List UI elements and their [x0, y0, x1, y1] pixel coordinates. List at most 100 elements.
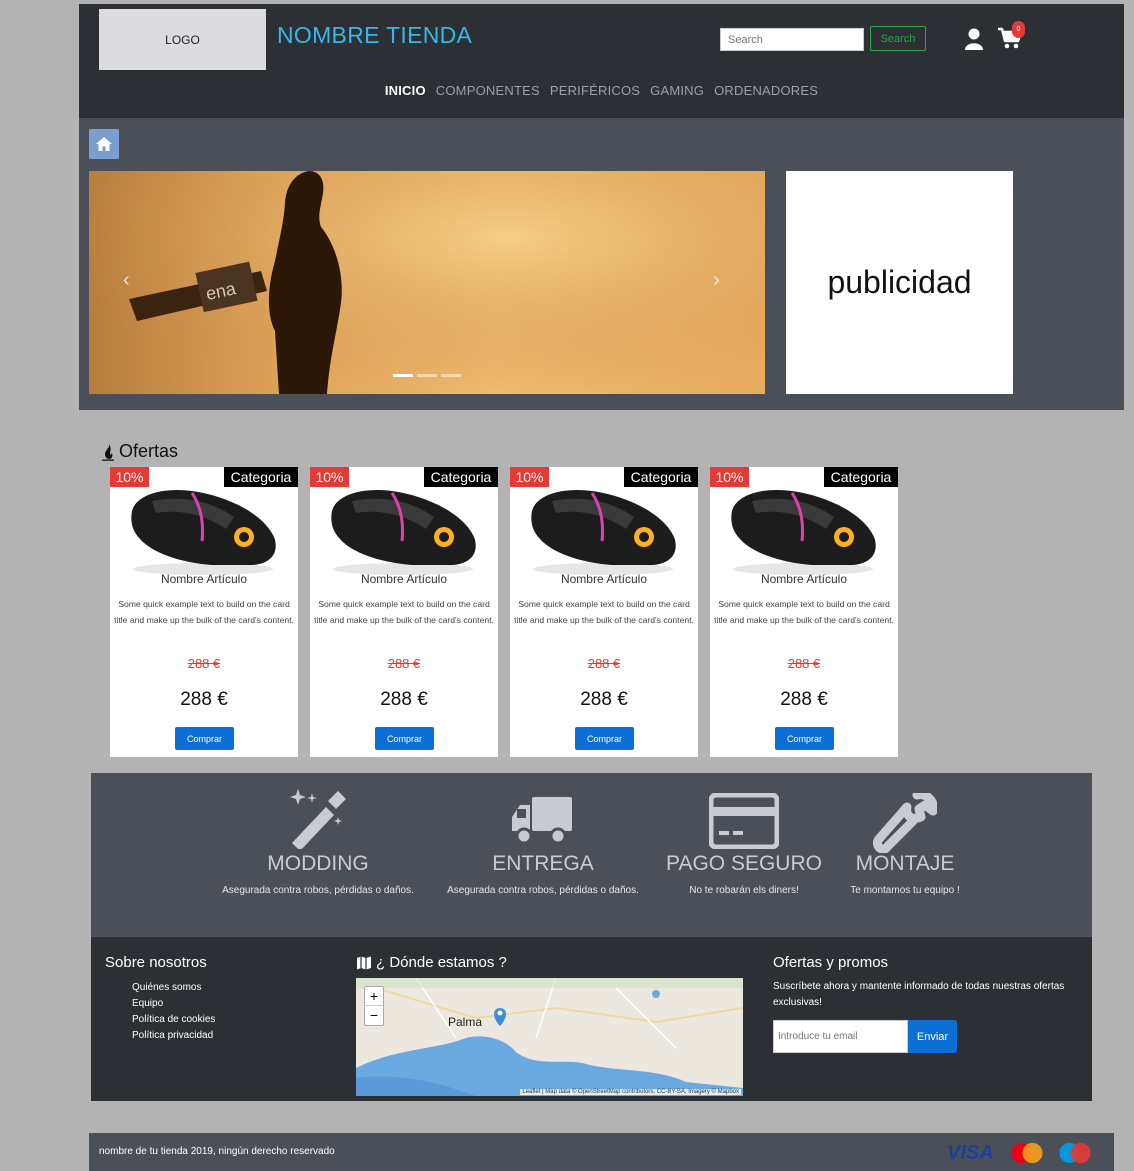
home-icon — [96, 137, 112, 151]
visa-icon: VISA — [947, 1142, 994, 1164]
category-badge[interactable]: Categoria — [224, 467, 298, 487]
product-name[interactable]: Nombre Artículo — [510, 572, 698, 586]
buy-button[interactable]: Comprar — [575, 727, 634, 750]
product-card[interactable]: 10% Categoria Nombre Artículo Some quick ex… — [510, 467, 698, 757]
features-section: MODDING Asegurada contra robos, pérdidas… — [91, 773, 1092, 937]
email-field[interactable] — [773, 1020, 908, 1053]
footer-links: Quiénes somos Equipo Política de cookies… — [132, 980, 215, 1044]
product-card[interactable]: 10% Categoria Nombre Artículo Some quick ex… — [310, 467, 498, 757]
truck-icon — [512, 797, 572, 845]
category-badge[interactable]: Categoria — [424, 467, 498, 487]
footer-link[interactable]: Política privacidad — [132, 1028, 215, 1044]
product-card[interactable]: 10% Categoria Nombre Artículo Some quick ex… — [110, 467, 298, 757]
feature-subtitle: No te robarán els diners! — [689, 885, 799, 896]
discount-badge: 10% — [310, 467, 349, 487]
copyright-text: nombre de tu tienda 2019, ningún derecho… — [99, 1146, 335, 1157]
feature-subtitle: Asegurada contra robos, pérdidas o daños… — [447, 885, 639, 896]
carousel-indicators — [393, 374, 461, 377]
old-price: 288 € — [787, 656, 821, 671]
map-attribution[interactable]: Leaflet | Map data © OpenStreetMap contr… — [520, 1089, 741, 1095]
product-image — [531, 489, 676, 575]
user-icon[interactable] — [965, 28, 983, 50]
product-price: 288 € — [780, 689, 828, 710]
magic-wand-icon — [290, 789, 346, 849]
product-image — [131, 489, 276, 575]
credit-card-icon — [709, 793, 779, 849]
map-city-label: Palma — [448, 1015, 483, 1029]
search-input[interactable] — [720, 28, 864, 51]
old-price: 288 € — [387, 656, 421, 671]
product-card[interactable]: 10% Categoria Nombre Artículo Some quick ex… — [710, 467, 898, 757]
buy-button[interactable]: Comprar — [175, 727, 234, 750]
location-map[interactable]: + − Palma Leaflet | Map data © OpenStree… — [356, 978, 743, 1096]
store-name[interactable]: NOMBRE TIENDA — [277, 22, 472, 49]
carousel-prev-button[interactable]: ‹ — [123, 269, 130, 292]
buy-button[interactable]: Comprar — [375, 727, 434, 750]
maestro-icon — [1059, 1142, 1091, 1164]
product-description: Some quick example text to build on the … — [114, 599, 294, 625]
logo[interactable]: LOGO — [99, 9, 266, 70]
carousel-indicator[interactable] — [417, 374, 437, 377]
product-description: Some quick example text to build on the … — [714, 599, 894, 625]
product-price: 288 € — [180, 689, 228, 710]
map-heading: ¿ Dónde estamos ? — [356, 954, 507, 971]
footer-link[interactable]: Equipo — [132, 996, 215, 1012]
category-badge[interactable]: Categoria — [824, 467, 898, 487]
carousel-image: ena — [89, 171, 765, 394]
carousel-indicator[interactable] — [441, 374, 461, 377]
hero-carousel[interactable]: ena ‹ › — [89, 171, 765, 394]
nav-item-ordenadores[interactable]: ORDENADORES — [714, 83, 818, 98]
subscribe-button[interactable]: Enviar — [908, 1020, 957, 1053]
footer-link[interactable]: Política de cookies — [132, 1012, 215, 1028]
footer-info: Sobre nosotros Quiénes somos Equipo Polí… — [91, 937, 1092, 1101]
nav-item-gaming[interactable]: GAMING — [650, 83, 704, 98]
map-icon — [357, 956, 371, 969]
product-price: 288 € — [580, 689, 628, 710]
wrench-icon — [873, 793, 937, 853]
ad-banner[interactable]: publicidad — [786, 171, 1013, 394]
product-image — [331, 489, 476, 575]
feature-title: MODDING — [267, 852, 369, 875]
discount-badge: 10% — [110, 467, 149, 487]
main-nav: INICIO COMPONENTES PERIFÉRICOS GAMING OR… — [79, 83, 1124, 98]
offers-heading: Ofertas — [101, 441, 178, 462]
nav-item-componentes[interactable]: COMPONENTES — [436, 83, 540, 98]
old-price: 288 € — [587, 656, 621, 671]
home-button[interactable] — [89, 129, 119, 159]
feature-title: MONTAJE — [855, 852, 955, 875]
product-name[interactable]: Nombre Artículo — [710, 572, 898, 586]
carousel-indicator[interactable] — [393, 374, 413, 377]
map-zoom-control: + − — [364, 986, 384, 1026]
product-image — [731, 489, 876, 575]
nav-item-perifericos[interactable]: PERIFÉRICOS — [550, 83, 640, 98]
carousel-next-button[interactable]: › — [713, 269, 720, 292]
feature-subtitle: Asegurada contra robos, pérdidas o daños… — [222, 885, 414, 896]
product-description: Some quick example text to build on the … — [314, 599, 494, 625]
product-name[interactable]: Nombre Artículo — [310, 572, 498, 586]
promo-text: Suscríbete ahora y mantente informado de… — [773, 981, 1065, 1008]
feature-title: PAGO SEGURO — [666, 852, 822, 875]
product-name[interactable]: Nombre Artículo — [110, 572, 298, 586]
category-badge[interactable]: Categoria — [624, 467, 698, 487]
old-price: 288 € — [187, 656, 221, 671]
product-price: 288 € — [380, 689, 428, 710]
promo-title: Ofertas y promos — [773, 954, 889, 971]
footer-link[interactable]: Quiénes somos — [132, 980, 215, 996]
fire-icon — [102, 443, 114, 461]
map-title: ¿ Dónde estamos ? — [376, 954, 507, 971]
site-header: LOGO NOMBRE TIENDA Search 0 INICIO COMPO… — [79, 4, 1124, 118]
map-zoom-out-button[interactable]: − — [365, 1006, 383, 1025]
bottom-bar: nombre de tu tienda 2019, ningún derecho… — [89, 1133, 1114, 1171]
about-title: Sobre nosotros — [105, 954, 207, 971]
map-tiles — [356, 978, 743, 1096]
buy-button[interactable]: Comprar — [775, 727, 834, 750]
hero-section: ena ‹ › publicidad — [79, 118, 1124, 410]
mastercard-icon — [1011, 1142, 1043, 1164]
feature-subtitle: Te montamos tu equipo ! — [850, 885, 960, 896]
search-button[interactable]: Search — [870, 26, 926, 51]
map-zoom-in-button[interactable]: + — [365, 987, 383, 1006]
nav-item-inicio[interactable]: INICIO — [385, 83, 426, 98]
feature-title: ENTREGA — [492, 852, 594, 875]
cart-count-badge: 0 — [1012, 21, 1025, 38]
product-description: Some quick example text to build on the … — [514, 599, 694, 625]
